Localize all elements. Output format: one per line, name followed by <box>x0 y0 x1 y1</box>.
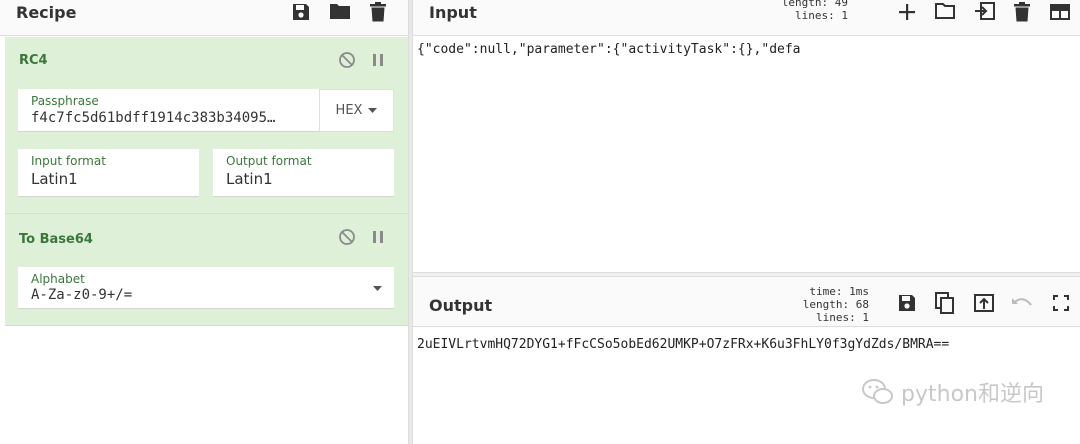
input-format-label: Input format <box>31 154 106 168</box>
input-textarea[interactable]: {"code":null,"parameter":{"activityTask"… <box>413 38 1080 272</box>
maximize-output-button[interactable] <box>1049 291 1073 315</box>
input-format-field[interactable]: Input format Latin1 <box>18 149 199 197</box>
recipe-pane: Recipe RC4 Passphrase f4c7fc5d61bdff1914… <box>0 0 408 444</box>
plus-icon <box>899 4 915 20</box>
open-file-button[interactable] <box>933 0 957 23</box>
input-header: Input length: 49 lines: 1 <box>413 0 1080 36</box>
input-lines-value: 1 <box>841 9 848 22</box>
output-format-value[interactable]: Latin1 <box>226 170 273 188</box>
input-title: Input <box>429 3 477 22</box>
input-lines-label: lines: <box>795 9 835 22</box>
copy-output-button[interactable] <box>933 291 957 315</box>
disable-icon <box>339 52 355 68</box>
output-length-label: length: <box>802 298 850 311</box>
output-title: Output <box>429 296 493 315</box>
input-length-label: length: <box>781 0 829 9</box>
output-stats: time: 1ms length: 68 lines: 1 <box>803 285 869 324</box>
load-recipe-button[interactable] <box>328 0 352 23</box>
save-output-button[interactable] <box>895 291 919 315</box>
layout-icon <box>1050 4 1070 20</box>
passphrase-format-value: HEX <box>335 103 363 118</box>
recipe-title: Recipe <box>16 3 77 22</box>
disable-operation-button[interactable] <box>338 228 356 250</box>
alphabet-label: Alphabet <box>31 272 85 286</box>
output-format-label: Output format <box>226 154 312 168</box>
output-length-value: 68 <box>855 298 869 311</box>
operation-to-base64: To Base64 Alphabet A-Za-z0-9+/= <box>5 214 408 326</box>
trash-icon <box>370 2 386 22</box>
caret-down-icon <box>373 286 382 291</box>
clear-input-button[interactable] <box>1010 0 1034 24</box>
save-icon <box>899 295 915 311</box>
output-lines-value: 1 <box>862 311 869 324</box>
passphrase-format-dropdown[interactable]: HEX <box>319 89 394 132</box>
save-recipe-button[interactable] <box>289 0 313 24</box>
output-header: Output time: 1ms length: 68 lines: 1 <box>413 277 1080 327</box>
operation-name: To Base64 <box>19 232 93 247</box>
input-arrow-icon <box>975 2 995 20</box>
passphrase-input[interactable]: f4c7fc5d61bdff1914c383b34095… <box>31 110 311 126</box>
fullscreen-icon <box>1053 295 1069 311</box>
pause-operation-button[interactable] <box>372 229 384 248</box>
undo-button[interactable] <box>1010 291 1034 315</box>
io-pane: Input length: 49 lines: 1 {"code":null,"… <box>413 0 1080 444</box>
operation-rc4: RC4 Passphrase f4c7fc5d61bdff1914c383b34… <box>5 37 408 214</box>
output-time-label: time: <box>809 285 843 298</box>
folder-icon <box>330 4 350 19</box>
passphrase-label: Passphrase <box>31 94 99 108</box>
wechat-icon <box>862 379 894 404</box>
output-format-field[interactable]: Output format Latin1 <box>213 149 394 197</box>
pause-icon <box>373 54 383 66</box>
alphabet-value: A-Za-z0-9+/= <box>31 287 133 303</box>
pause-icon <box>373 231 383 243</box>
replace-input-button[interactable] <box>972 291 996 315</box>
passphrase-field[interactable]: Passphrase f4c7fc5d61bdff1914c383b34095… <box>18 89 319 132</box>
open-folder-button[interactable] <box>973 0 997 23</box>
caret-down-icon <box>368 107 378 113</box>
alphabet-dropdown[interactable]: Alphabet A-Za-z0-9+/= <box>18 267 394 309</box>
folder-outline-icon <box>935 3 955 19</box>
disable-icon <box>339 229 355 245</box>
output-lines-label: lines: <box>816 311 856 324</box>
watermark-text: python和逆向 <box>901 382 1044 407</box>
output-time-value: 1ms <box>849 285 869 298</box>
input-stats: length: 49 lines: 1 <box>782 0 848 22</box>
copy-icon <box>935 292 954 314</box>
pause-operation-button[interactable] <box>372 52 384 71</box>
watermark: python和逆向 <box>861 376 1044 408</box>
save-icon <box>293 4 309 20</box>
input-length-value: 49 <box>834 0 848 9</box>
trash-icon <box>1014 2 1030 22</box>
operation-name: RC4 <box>19 53 48 68</box>
clear-recipe-button[interactable] <box>366 0 390 24</box>
reset-layout-button[interactable] <box>1048 0 1072 24</box>
undo-icon <box>1012 298 1032 306</box>
upload-arrow-icon <box>974 294 994 312</box>
add-input-tab-button[interactable] <box>895 0 919 24</box>
input-format-value[interactable]: Latin1 <box>31 170 78 188</box>
recipe-header: Recipe <box>0 0 408 36</box>
disable-operation-button[interactable] <box>338 51 356 73</box>
